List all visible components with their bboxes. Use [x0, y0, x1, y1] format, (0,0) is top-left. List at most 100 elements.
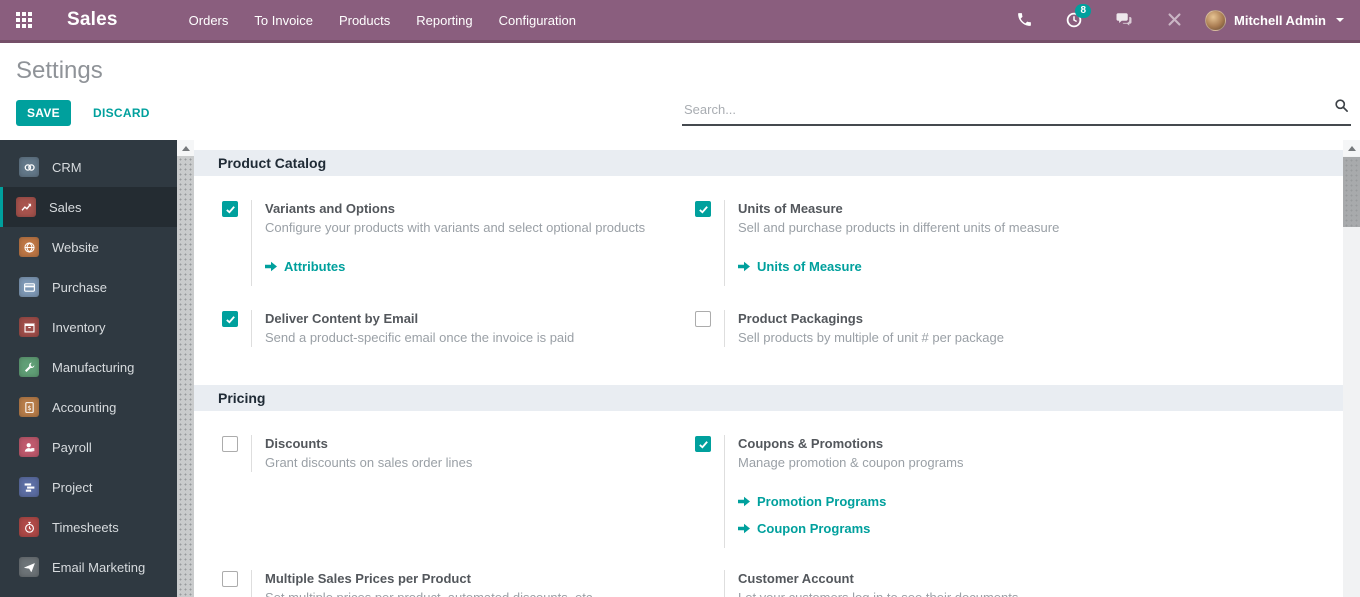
uom-checkbox[interactable]	[695, 201, 711, 217]
user-menu[interactable]: Mitchell Admin	[1205, 10, 1344, 31]
sales-icon	[16, 197, 36, 217]
scrollbar-thumb[interactable]	[177, 156, 194, 597]
setting-variants-and-options: Variants and Options Configure your prod…	[222, 200, 695, 286]
coupon-programs-link[interactable]: Coupon Programs	[738, 521, 963, 536]
multiple-prices-checkbox[interactable]	[222, 571, 238, 587]
setting-title: Variants and Options	[265, 200, 645, 217]
app-brand[interactable]: Sales	[67, 9, 118, 31]
setting-units-of-measure: Units of Measure Sell and purchase produ…	[695, 200, 1343, 286]
setting-title: Product Packagings	[738, 310, 1004, 327]
divider	[251, 310, 252, 347]
discard-button[interactable]: DISCARD	[93, 106, 150, 120]
sidebar-item-accounting[interactable]: $ Accounting	[0, 387, 177, 427]
website-icon	[19, 237, 39, 257]
setting-description: Let your customers log in to see their d…	[738, 589, 1018, 597]
setting-multiple-sales-prices: Multiple Sales Prices per Product Set mu…	[222, 570, 695, 597]
messages-icon[interactable]	[1105, 11, 1143, 29]
setting-description: Send a product-specific email once the i…	[265, 329, 574, 347]
divider	[251, 200, 252, 286]
sidebar-item-purchase[interactable]: Purchase	[0, 267, 177, 307]
scroll-up-button[interactable]	[177, 140, 194, 156]
email-marketing-icon	[19, 557, 39, 577]
setting-description: Configure your products with variants an…	[265, 219, 645, 237]
sidebar-item-website[interactable]: Website	[0, 227, 177, 267]
units-of-measure-link[interactable]: Units of Measure	[738, 259, 1059, 274]
payroll-icon	[19, 437, 39, 457]
sidebar-item-sales[interactable]: Sales	[0, 187, 177, 227]
product-packagings-checkbox[interactable]	[695, 311, 711, 327]
manufacturing-icon	[19, 357, 39, 377]
section-header-product-catalog: Product Catalog	[194, 150, 1343, 176]
arrow-right-icon	[738, 496, 750, 507]
sidebar-item-crm[interactable]: CRM	[0, 147, 177, 187]
setting-description: Grant discounts on sales order lines	[265, 454, 472, 472]
discounts-checkbox[interactable]	[222, 436, 238, 452]
setting-deliver-content-by-email: Deliver Content by Email Send a product-…	[222, 310, 695, 347]
scroll-up-button[interactable]	[1343, 140, 1360, 156]
activity-count-badge: 8	[1075, 4, 1091, 18]
divider	[251, 435, 252, 472]
purchase-icon	[19, 277, 39, 297]
search-bar	[682, 98, 1351, 126]
accounting-icon: $	[19, 397, 39, 417]
user-avatar	[1205, 10, 1226, 31]
inventory-icon	[19, 317, 39, 337]
settings-content: Product Catalog Variants and Options Con…	[194, 140, 1343, 597]
setting-title: Customer Account	[738, 570, 1018, 587]
settings-sidebar: CRM Sales Website Purchase Inventory	[0, 140, 177, 597]
promotion-programs-link[interactable]: Promotion Programs	[738, 494, 963, 509]
voip-phone-icon[interactable]	[1005, 11, 1043, 29]
setting-description: Sell and purchase products in different …	[738, 219, 1059, 237]
arrow-right-icon	[265, 261, 277, 272]
sidebar-item-manufacturing[interactable]: Manufacturing	[0, 347, 177, 387]
setting-title: Coupons & Promotions	[738, 435, 963, 452]
setting-discounts: Discounts Grant discounts on sales order…	[222, 435, 695, 472]
project-icon	[19, 477, 39, 497]
menu-to-invoice[interactable]: To Invoice	[243, 7, 324, 34]
chevron-down-icon	[1336, 18, 1344, 22]
setting-description: Set multiple prices per product, automat…	[265, 589, 596, 597]
crm-icon	[19, 157, 39, 177]
setting-title: Deliver Content by Email	[265, 310, 574, 327]
sidebar-item-project[interactable]: Project	[0, 467, 177, 507]
sidebar-item-payroll[interactable]: Payroll	[0, 427, 177, 467]
developer-tools-icon[interactable]	[1155, 11, 1193, 29]
content-scrollbar[interactable]	[1343, 140, 1360, 597]
setting-coupons-promotions: Coupons & Promotions Manage promotion & …	[695, 435, 1343, 548]
divider	[724, 200, 725, 286]
page-title: Settings	[16, 57, 1344, 85]
divider	[251, 570, 252, 597]
divider	[724, 310, 725, 347]
arrow-right-icon	[738, 261, 750, 272]
activities-icon[interactable]: 8	[1055, 11, 1093, 29]
search-icon[interactable]	[1334, 98, 1349, 118]
setting-description: Sell products by multiple of unit # per …	[738, 329, 1004, 347]
svg-text:$: $	[27, 403, 31, 411]
control-panel: Settings SAVE DISCARD	[0, 43, 1360, 140]
sidebar-scrollbar[interactable]	[177, 140, 194, 597]
sidebar-item-email-marketing[interactable]: Email Marketing	[0, 547, 177, 587]
menu-products[interactable]: Products	[328, 7, 401, 34]
divider	[724, 435, 725, 548]
search-input[interactable]	[682, 98, 1325, 124]
top-navbar: Sales Orders To Invoice Products Reporti…	[0, 0, 1360, 43]
setting-title: Units of Measure	[738, 200, 1059, 217]
apps-menu-icon[interactable]	[16, 12, 33, 28]
menu-reporting[interactable]: Reporting	[405, 7, 483, 34]
save-button[interactable]: SAVE	[16, 100, 71, 126]
coupons-checkbox[interactable]	[695, 436, 711, 452]
variants-checkbox[interactable]	[222, 201, 238, 217]
section-header-pricing: Pricing	[194, 385, 1343, 411]
sidebar-item-timesheets[interactable]: Timesheets	[0, 507, 177, 547]
user-name: Mitchell Admin	[1234, 13, 1326, 28]
setting-title: Discounts	[265, 435, 472, 452]
menu-configuration[interactable]: Configuration	[488, 7, 587, 34]
sidebar-item-inventory[interactable]: Inventory	[0, 307, 177, 347]
arrow-right-icon	[738, 523, 750, 534]
menu-orders[interactable]: Orders	[178, 7, 240, 34]
divider	[724, 570, 725, 597]
attributes-link[interactable]: Attributes	[265, 259, 645, 274]
scrollbar-thumb[interactable]	[1343, 157, 1360, 227]
deliver-content-checkbox[interactable]	[222, 311, 238, 327]
top-menu: Orders To Invoice Products Reporting Con…	[178, 7, 587, 34]
